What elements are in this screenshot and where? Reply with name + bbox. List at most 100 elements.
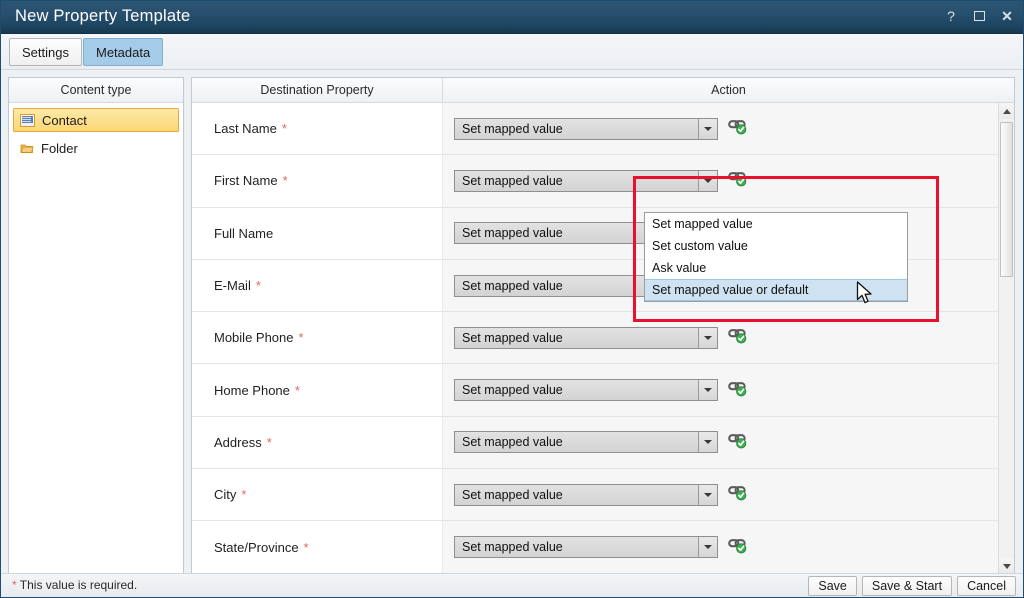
destination-property-label: Address	[214, 435, 262, 450]
action-dropdown-value: Set mapped value	[462, 435, 563, 449]
action-dropdown[interactable]: Set mapped value	[454, 327, 718, 349]
dropdown-option[interactable]: Set custom value	[645, 235, 907, 257]
chain-link-check-icon[interactable]	[726, 536, 748, 559]
window-title: New Property Template	[15, 7, 190, 26]
action-cell: Set mapped value	[443, 417, 998, 468]
required-note-text: This value is required.	[20, 578, 137, 592]
destination-property-label: Mobile Phone	[214, 330, 294, 345]
required-marker: *	[304, 541, 309, 554]
action-dropdown[interactable]: Set mapped value	[454, 118, 718, 140]
destination-property-label: City	[214, 487, 236, 502]
required-marker: *	[282, 122, 287, 135]
destination-property-cell: Last Name*	[192, 103, 443, 154]
action-dropdown[interactable]: Set mapped value	[454, 536, 718, 558]
required-note: * This value is required.	[12, 578, 137, 592]
scrollbar-thumb[interactable]	[1000, 122, 1013, 277]
column-header-action: Action	[443, 78, 1014, 102]
action-cell: Set mapped value	[443, 521, 998, 572]
action-dropdown-value: Set mapped value	[462, 331, 563, 345]
action-cell: Set mapped value	[443, 312, 998, 363]
close-icon[interactable]: ✕	[995, 6, 1019, 26]
destination-property-cell: City *	[192, 469, 443, 520]
chain-link-check-icon[interactable]	[726, 431, 748, 454]
chevron-down-icon[interactable]	[698, 537, 717, 557]
restore-icon[interactable]	[967, 6, 991, 26]
required-note-marker: *	[12, 578, 17, 592]
sidebar-item-label: Contact	[42, 113, 87, 128]
chevron-down-icon[interactable]	[698, 485, 717, 505]
chain-link-check-icon[interactable]	[726, 117, 748, 140]
scroll-down-icon[interactable]	[999, 558, 1014, 574]
dropdown-option[interactable]: Ask value	[645, 257, 907, 279]
action-cell: Set mapped value	[443, 155, 998, 206]
chain-link-check-icon[interactable]	[726, 483, 748, 506]
action-dropdown-list[interactable]: Set mapped valueSet custom valueAsk valu…	[644, 212, 908, 302]
action-dropdown-value: Set mapped value	[462, 122, 563, 136]
scroll-up-icon[interactable]	[999, 103, 1014, 119]
grid-body: Last Name*Set mapped valueFirst Name*Set…	[192, 103, 998, 574]
table-row: State/Province* Set mapped value	[192, 521, 998, 573]
column-header-destination-property: Destination Property	[192, 78, 443, 102]
destination-property-label: Full Name	[214, 226, 273, 241]
action-cell: Set mapped value	[443, 469, 998, 520]
sidebar-item-contact[interactable]: Contact	[13, 108, 179, 132]
chevron-down-icon[interactable]	[698, 171, 717, 191]
action-dropdown-value: Set mapped value	[462, 383, 563, 397]
footer-buttons: Save Save & Start Cancel	[808, 576, 1016, 596]
action-dropdown-value: Set mapped value	[462, 279, 563, 293]
action-dropdown[interactable]: Set mapped value	[454, 431, 718, 453]
destination-property-cell: Address*	[192, 417, 443, 468]
dropdown-option[interactable]: Set mapped value or default	[645, 279, 907, 301]
table-row: First Name* Set mapped value	[192, 155, 998, 207]
action-dropdown-value: Set mapped value	[462, 226, 563, 240]
action-dropdown-value: Set mapped value	[462, 540, 563, 554]
action-dropdown[interactable]: Set mapped value	[454, 379, 718, 401]
destination-property-cell: Full Name	[192, 208, 443, 259]
folder-icon	[20, 141, 34, 155]
table-row: Address* Set mapped value	[192, 417, 998, 469]
tab-settings[interactable]: Settings	[9, 38, 82, 66]
help-icon[interactable]: ?	[939, 6, 963, 26]
save-and-start-button[interactable]: Save & Start	[862, 576, 952, 596]
grid-header-row: Destination Property Action	[192, 78, 1014, 103]
content-type-panel: Content type Contact Folder	[8, 77, 184, 575]
content-type-list: Contact Folder	[9, 103, 183, 160]
contact-card-icon	[20, 114, 35, 127]
destination-property-cell: Mobile Phone*	[192, 312, 443, 363]
dropdown-option[interactable]: Set mapped value	[645, 213, 907, 235]
destination-property-label: E-Mail	[214, 278, 251, 293]
chain-link-check-icon[interactable]	[726, 379, 748, 402]
footer-bar: * This value is required. Save Save & St…	[1, 573, 1023, 597]
destination-property-cell: E-Mail*	[192, 260, 443, 311]
required-marker: *	[241, 488, 246, 501]
property-mapping-grid: Destination Property Action Last Name* Se…	[191, 77, 1015, 575]
destination-property-cell: First Name*	[192, 155, 443, 206]
chevron-down-icon[interactable]	[698, 380, 717, 400]
action-cell: Set mapped value	[443, 364, 998, 415]
sidebar-item-folder[interactable]: Folder	[14, 136, 179, 160]
table-row: City * Set mapped value	[192, 469, 998, 521]
vertical-scrollbar[interactable]	[998, 103, 1014, 574]
chain-link-check-icon[interactable]	[726, 169, 748, 192]
chevron-down-icon[interactable]	[698, 432, 717, 452]
cancel-button[interactable]: Cancel	[957, 576, 1016, 596]
destination-property-label: Home Phone	[214, 383, 290, 398]
action-dropdown[interactable]: Set mapped value	[454, 484, 718, 506]
destination-property-cell: Home Phone *	[192, 364, 443, 415]
action-dropdown[interactable]: Set mapped value	[454, 170, 718, 192]
tab-metadata[interactable]: Metadata	[83, 38, 163, 66]
destination-property-cell: State/Province*	[192, 521, 443, 572]
chevron-down-icon[interactable]	[698, 328, 717, 348]
destination-property-label: First Name	[214, 173, 278, 188]
table-row: Last Name* Set mapped value	[192, 103, 998, 155]
chain-link-check-icon[interactable]	[726, 326, 748, 349]
required-marker: *	[295, 384, 300, 397]
save-button[interactable]: Save	[808, 576, 857, 596]
chevron-down-icon[interactable]	[698, 119, 717, 139]
action-dropdown-value: Set mapped value	[462, 488, 563, 502]
title-bar: New Property Template ? ✕	[1, 1, 1024, 34]
action-dropdown-value: Set mapped value	[462, 174, 563, 188]
table-row: Mobile Phone* Set mapped value	[192, 312, 998, 364]
window-controls: ? ✕	[939, 6, 1019, 26]
toolbar: Settings Metadata	[1, 34, 1024, 70]
